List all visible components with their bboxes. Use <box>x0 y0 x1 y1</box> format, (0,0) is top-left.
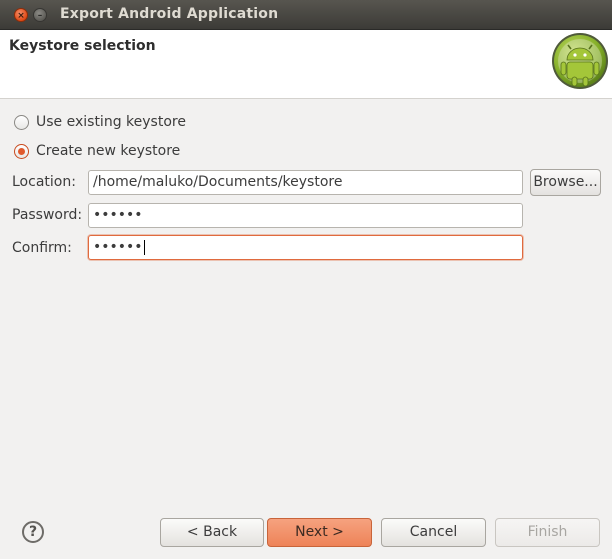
create-new-radio[interactable] <box>14 143 29 159</box>
back-button[interactable]: < Back <box>160 518 264 547</box>
window-close-button[interactable]: × <box>14 8 28 22</box>
use-existing-radio[interactable] <box>14 114 29 130</box>
create-new-keystore-option[interactable]: Create new keystore <box>14 141 180 161</box>
cancel-button[interactable]: Cancel <box>381 518 486 547</box>
location-input[interactable]: /home/maluko/Documents/keystore <box>88 170 523 195</box>
location-label: Location: <box>12 174 76 190</box>
page-title: Keystore selection <box>9 38 156 54</box>
help-icon[interactable]: ? <box>22 521 44 543</box>
window-title: Export Android Application <box>60 6 279 22</box>
wizard-header: Keystore selection <box>0 30 612 99</box>
browse-button[interactable]: Browse... <box>530 169 601 196</box>
use-existing-keystore-option[interactable]: Use existing keystore <box>14 112 186 132</box>
create-new-label: Create new keystore <box>36 143 181 159</box>
password-label: Password: <box>12 207 83 223</box>
window-titlebar: × – Export Android Application <box>0 0 612 30</box>
confirm-label: Confirm: <box>12 240 72 256</box>
confirm-value: •••••• <box>93 239 143 255</box>
password-input[interactable]: •••••• <box>88 203 523 228</box>
finish-button: Finish <box>495 518 600 547</box>
use-existing-label: Use existing keystore <box>36 114 186 130</box>
android-icon <box>552 33 608 89</box>
confirm-input[interactable]: •••••• <box>88 235 523 260</box>
text-caret <box>143 239 145 255</box>
window-minimize-button[interactable]: – <box>33 8 47 22</box>
next-button[interactable]: Next > <box>267 518 372 547</box>
